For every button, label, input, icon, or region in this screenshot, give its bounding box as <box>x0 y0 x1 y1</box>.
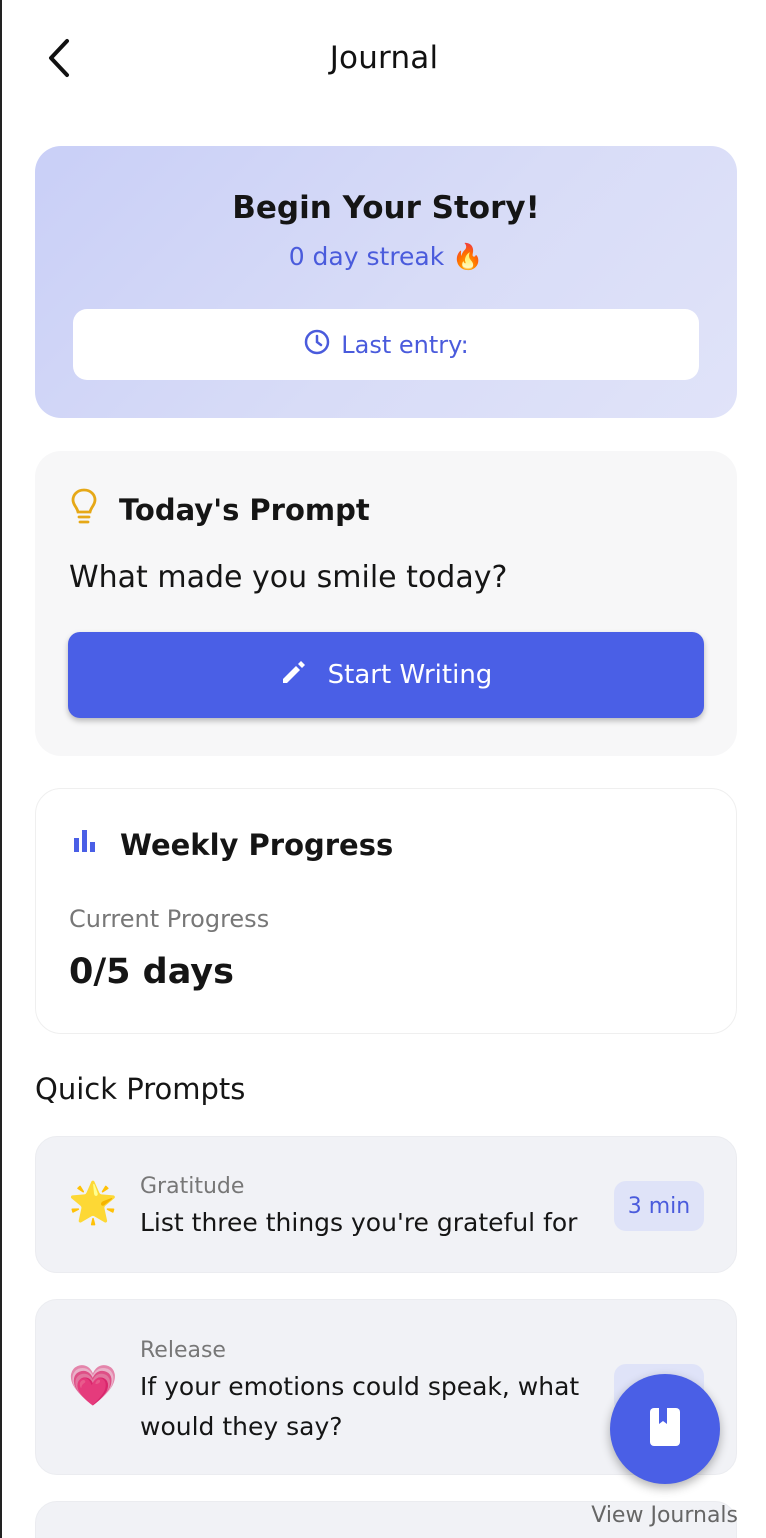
story-title: Begin Your Story! <box>232 190 540 226</box>
pencil-icon <box>280 658 308 693</box>
weekly-heading-label: Weekly Progress <box>120 827 394 862</box>
last-entry-box: Last entry: <box>73 309 699 380</box>
start-writing-button[interactable]: Start Writing <box>68 632 704 718</box>
page-title: Journal <box>329 40 439 76</box>
prompt-question: What made you smile today? <box>69 560 508 595</box>
quick-prompt-text: List three things you're grateful for <box>140 1208 578 1237</box>
prompt-heading-label: Today's Prompt <box>119 492 370 527</box>
start-writing-label: Start Writing <box>327 660 493 690</box>
view-journals-button[interactable] <box>610 1374 720 1484</box>
last-entry-label: Last entry: <box>341 330 469 359</box>
quick-prompt-category: Release <box>140 1338 226 1363</box>
quick-prompt-category: Gratitude <box>140 1174 245 1199</box>
heart-icon: 💗 <box>68 1363 118 1409</box>
quick-prompts-heading: Quick Prompts <box>35 1072 246 1106</box>
bar-chart-icon <box>70 826 100 863</box>
weekly-heading: Weekly Progress <box>70 826 393 863</box>
duration-badge: 3 min <box>614 1181 704 1231</box>
clock-icon <box>303 328 331 362</box>
story-card: Begin Your Story! 0 day streak 🔥 Last en… <box>35 146 737 418</box>
journal-screen: Journal Begin Your Story! 0 day streak 🔥… <box>0 0 766 1538</box>
lightbulb-icon <box>69 487 99 532</box>
weekly-progress-card: Weekly Progress Current Progress 0/5 day… <box>35 788 737 1034</box>
star-icon: 🌟 <box>68 1180 118 1226</box>
view-journals-label: View Journals <box>591 1503 738 1528</box>
quick-prompt-item[interactable]: 🌟 Gratitude List three things you're gra… <box>35 1136 737 1273</box>
quick-prompt-text: If your emotions could speak, what would… <box>140 1372 580 1441</box>
prompt-heading: Today's Prompt <box>69 487 370 532</box>
book-icon <box>647 1406 683 1452</box>
current-progress-value: 0/5 days <box>69 952 234 992</box>
streak-label: 0 day streak 🔥 <box>288 242 484 271</box>
todays-prompt-card: Today's Prompt What made you smile today… <box>35 451 737 756</box>
current-progress-label: Current Progress <box>69 905 270 933</box>
